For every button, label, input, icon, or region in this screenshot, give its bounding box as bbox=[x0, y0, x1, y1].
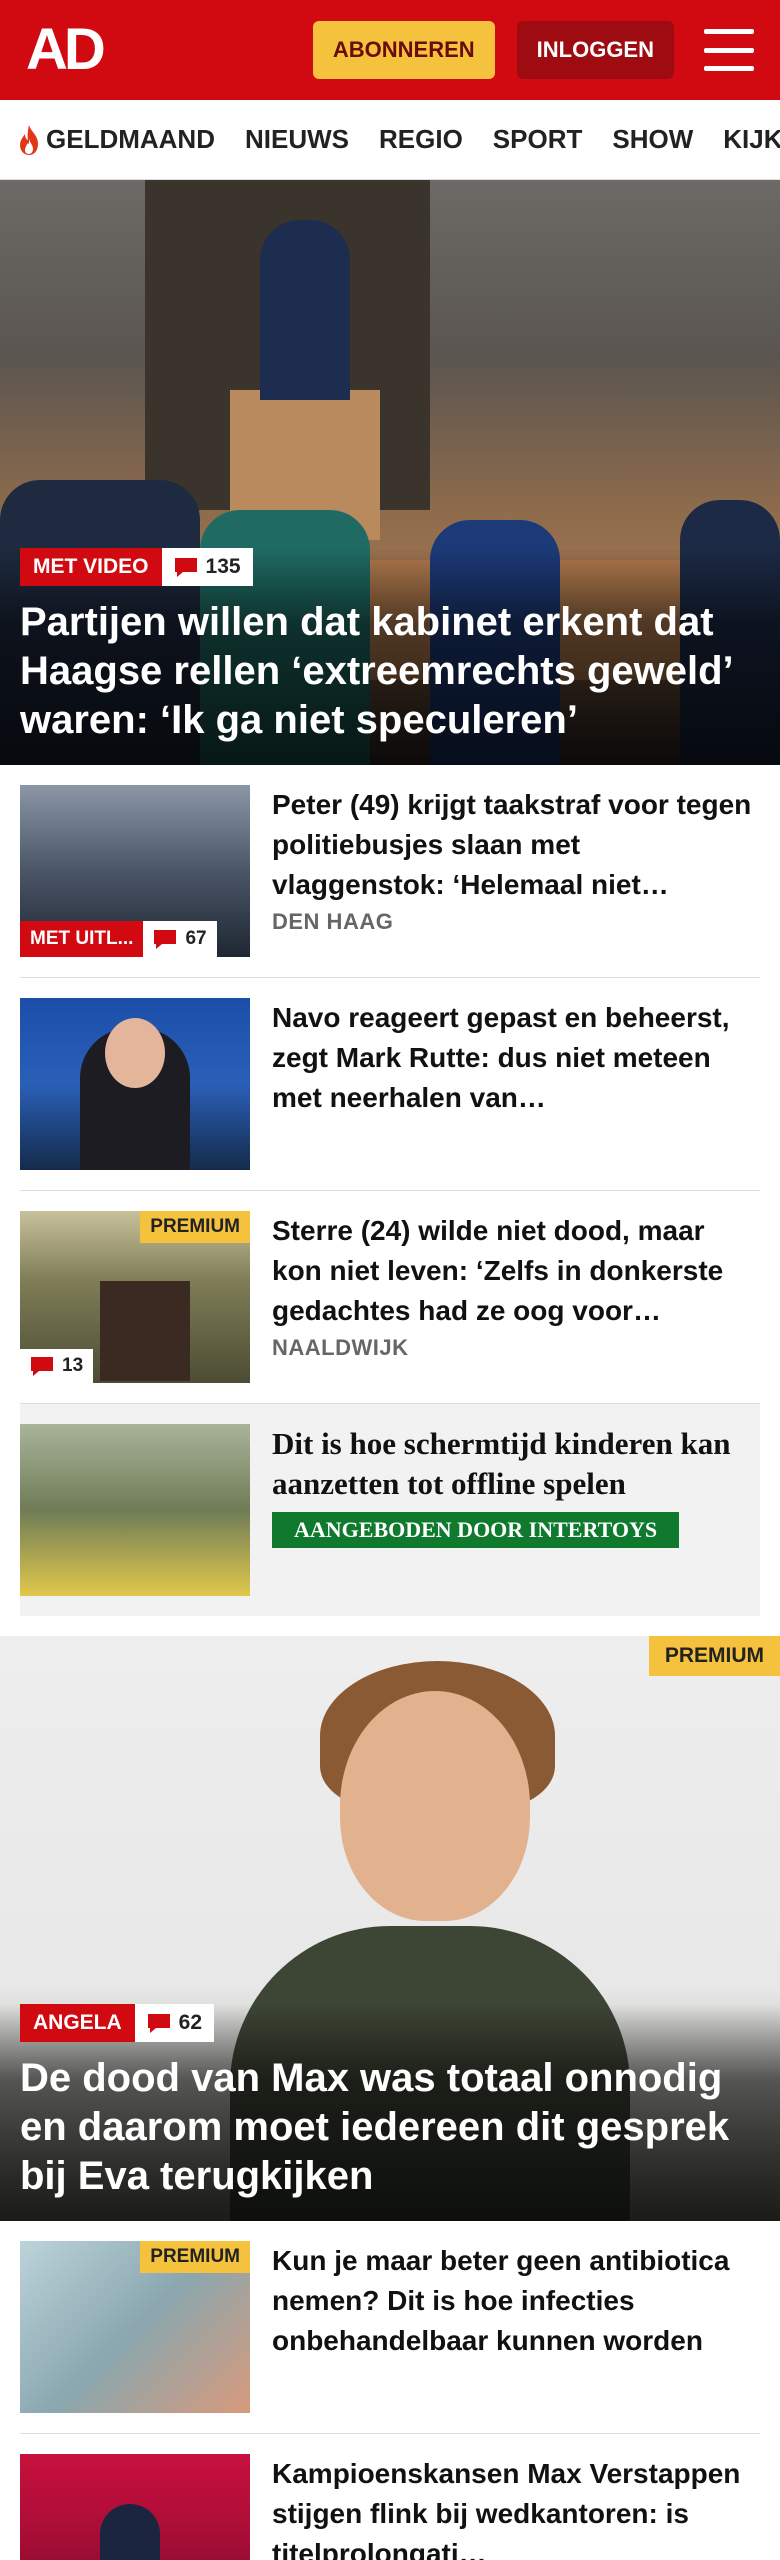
nav-item-kijk[interactable]: KIJK bbox=[723, 124, 780, 155]
article-list: PREMIUM Kun je maar beter geen antibioti… bbox=[0, 2221, 780, 2560]
thumbnail-figure bbox=[100, 2504, 160, 2560]
premium-badge: PREMIUM bbox=[140, 1211, 250, 1243]
comment-icon bbox=[154, 929, 177, 949]
article-text: Navo reageert gepast en beheerst, zegt M… bbox=[250, 998, 760, 1170]
nav-item-nieuws[interactable]: NIEUWS bbox=[245, 124, 349, 155]
premium-badge: PREMIUM bbox=[648, 1636, 780, 1676]
article-text: Kun je maar beter geen antibioti­ca neme… bbox=[250, 2241, 760, 2413]
comment-count: 67 bbox=[185, 928, 207, 949]
subscribe-button[interactable]: ABONNEREN bbox=[312, 21, 495, 79]
thumbnail-portrait bbox=[100, 1281, 190, 1381]
nav-item-regio[interactable]: REGIO bbox=[379, 124, 463, 155]
ad-logo[interactable]: AD bbox=[26, 21, 106, 79]
article-thumbnail bbox=[20, 998, 250, 1170]
comment-count: 13 bbox=[62, 1355, 84, 1376]
article-headline[interactable]: Navo reageert gepast en beheerst, zegt M… bbox=[272, 998, 760, 1118]
article-text: Peter (49) krijgt taakstraf voor tegen p… bbox=[250, 785, 760, 957]
comment-icon bbox=[31, 1356, 53, 1376]
comment-icon bbox=[147, 2013, 170, 2033]
article-headline[interactable]: Dit is hoe schermtijd kinderen kan aanze… bbox=[272, 1424, 760, 1504]
column-tag: ANGELA bbox=[20, 2004, 135, 2042]
flame-icon bbox=[20, 124, 38, 155]
nav-item-geldmaand[interactable]: GELDMAAND bbox=[16, 124, 215, 156]
hero-caption: ANGELA 62 De dood van Max was totaal onn… bbox=[0, 2004, 780, 2221]
nav-item-sport[interactable]: SPORT bbox=[493, 124, 583, 155]
article-item[interactable]: MET UITL... 67 Peter (49) krijgt taakstr… bbox=[20, 765, 760, 978]
section-nav: GELDMAAND NIEUWS REGIO SPORT SHOW KIJK bbox=[0, 100, 780, 180]
video-tag: MET VIDEO bbox=[20, 548, 162, 586]
article-thumbnail: MET UITL... 67 bbox=[20, 785, 250, 957]
comment-count: 62 bbox=[178, 2011, 203, 2034]
thumbnail-figure-head bbox=[105, 1018, 165, 1088]
top-bar: AD ABONNEREN INLOGGEN bbox=[0, 0, 780, 100]
hero-tags: ANGELA 62 bbox=[20, 2004, 760, 2042]
comment-count-badge[interactable]: 135 bbox=[161, 548, 253, 586]
hero-caption: MET VIDEO 135 Partijen willen dat kabine… bbox=[0, 548, 780, 765]
article-headline[interactable]: Sterre (24) wilde niet dood, maar kon ni… bbox=[272, 1211, 760, 1331]
hero-image-figure bbox=[260, 220, 350, 400]
hero-image-face bbox=[340, 1691, 530, 1921]
article-thumbnail bbox=[20, 1424, 250, 1596]
article-text: Dit is hoe schermtijd kinderen kan aanze… bbox=[250, 1424, 760, 1596]
hero-tags: MET VIDEO 135 bbox=[20, 548, 760, 586]
article-location: DEN HAAG bbox=[272, 909, 394, 934]
premium-badge: PREMIUM bbox=[140, 2241, 250, 2273]
article-headline[interactable]: Kampioenskansen Max Verstappen stijgen f… bbox=[272, 2454, 760, 2560]
article-item[interactable]: Kampioenskansen Max Verstappen stijgen f… bbox=[20, 2434, 760, 2560]
article-text: Kampioenskansen Max Verstappen stijgen f… bbox=[250, 2454, 760, 2560]
menu-icon[interactable] bbox=[704, 29, 754, 71]
hero-article-angela[interactable]: PREMIUM ANGELA 62 De dood van Max was to… bbox=[0, 1636, 780, 2221]
hero-headline[interactable]: De dood van Max was totaal onnodig en da… bbox=[20, 2054, 760, 2201]
article-item[interactable]: PREMIUM Kun je maar beter geen antibioti… bbox=[20, 2221, 760, 2434]
comment-count-badge[interactable]: 67 bbox=[143, 921, 217, 957]
article-item[interactable]: PREMIUM 13 Sterre (24) wilde niet dood, … bbox=[20, 1191, 760, 1404]
article-location: NAALDWIJK bbox=[272, 1335, 409, 1360]
article-thumbnail: PREMIUM bbox=[20, 2241, 250, 2413]
hero-headline[interactable]: Partijen willen dat kabinet erkent dat H… bbox=[20, 598, 760, 745]
explainer-tag: MET UITL... bbox=[20, 921, 144, 957]
nav-item-label: GELDMAAND bbox=[46, 124, 215, 154]
login-button[interactable]: INLOGGEN bbox=[516, 21, 674, 79]
article-text: Sterre (24) wilde niet dood, maar kon ni… bbox=[250, 1211, 760, 1383]
article-headline[interactable]: Peter (49) krijgt taakstraf voor tegen p… bbox=[272, 785, 760, 905]
article-item[interactable]: Navo reageert gepast en beheerst, zegt M… bbox=[20, 978, 760, 1191]
sponsored-label: AANGEBODEN DOOR INTERTOYS bbox=[272, 1512, 680, 1548]
article-headline[interactable]: Kun je maar beter geen antibioti­ca neme… bbox=[272, 2241, 760, 2361]
hero-article[interactable]: MET VIDEO 135 Partijen willen dat kabine… bbox=[0, 180, 780, 765]
nav-item-show[interactable]: SHOW bbox=[612, 124, 693, 155]
article-thumbnail: PREMIUM 13 bbox=[20, 1211, 250, 1383]
comment-count: 135 bbox=[205, 555, 241, 578]
article-thumbnail bbox=[20, 2454, 250, 2560]
comment-count-badge[interactable]: 13 bbox=[20, 1349, 94, 1383]
sponsored-article[interactable]: Dit is hoe schermtijd kinderen kan aanze… bbox=[20, 1404, 760, 1616]
comment-icon bbox=[174, 557, 197, 577]
article-list: MET UITL... 67 Peter (49) krijgt taakstr… bbox=[0, 765, 780, 1616]
comment-count-badge[interactable]: 62 bbox=[134, 2004, 215, 2042]
thumbnail-tags: MET UITL... 67 bbox=[20, 921, 217, 957]
